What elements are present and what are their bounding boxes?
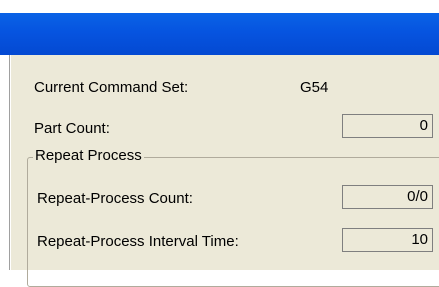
window-titlebar[interactable]	[0, 13, 439, 55]
part-count-label: Part Count:	[34, 120, 110, 137]
repeat-process-group-title: Repeat Process	[33, 147, 144, 165]
command-set-value: G54	[300, 79, 329, 96]
command-set-label: Current Command Set:	[34, 79, 189, 96]
part-count-field: 0	[342, 114, 433, 138]
left-background	[0, 55, 9, 270]
panel-border-highlight	[10, 55, 11, 270]
repeat-process-group	[27, 157, 439, 287]
top-background	[0, 0, 439, 13]
repeat-count-field: 0/0	[342, 185, 433, 209]
repeat-interval-label: Repeat-Process Interval Time:	[37, 233, 239, 250]
repeat-interval-field: 10	[342, 228, 433, 252]
repeat-count-label: Repeat-Process Count:	[37, 190, 193, 207]
